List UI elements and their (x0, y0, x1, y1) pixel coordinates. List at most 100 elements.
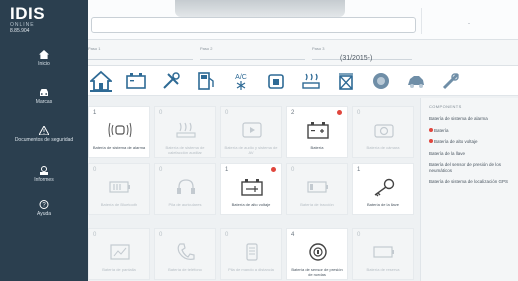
remote-icon (240, 242, 264, 262)
tile-battery[interactable]: 2 Batería (286, 106, 348, 158)
components-panel: COMPONENTS Batería de sistema de alarma … (420, 98, 518, 281)
category-ac-icon[interactable]: A/C (230, 70, 252, 92)
header-image (175, 0, 345, 17)
top-right-text: - (468, 21, 470, 27)
sidebar-item-marcas[interactable]: Marcas (0, 88, 88, 105)
tile-count: 1 (225, 167, 229, 173)
component-label: Batería (434, 128, 449, 133)
component-label: Batería de la llave (429, 151, 466, 156)
battery-spare-icon (372, 242, 396, 262)
tile-screen[interactable]: 0 Batería de pantalla (88, 228, 150, 280)
tile-count: 0 (159, 110, 163, 116)
tile-count: 0 (225, 110, 229, 116)
battery-grid: 1 Batería de sistema de alarma 0 Batería… (88, 98, 418, 281)
tile-key[interactable]: 1 Batería de la llave (352, 163, 414, 215)
category-heater-icon[interactable] (300, 70, 322, 92)
category-extra-icon[interactable] (440, 70, 462, 92)
tile-count: 0 (93, 167, 97, 173)
tile-label: Batería de la llave (366, 202, 400, 207)
tile-label: Batería de alto voltaje (231, 202, 271, 207)
tile-camera[interactable]: 0 Batería de cámara (352, 106, 414, 158)
sidebar-item-label: Inicio (38, 61, 50, 67)
filter-label: Paso 2 (200, 46, 213, 51)
component-label: Batería de sistema de alarma (429, 116, 488, 121)
sidebar-item-inicio[interactable]: Inicio (0, 50, 88, 67)
component-item[interactable]: Batería (429, 128, 515, 134)
tile-count: 0 (225, 232, 229, 238)
app-window: IDIS ONLINE 8.85.904 Inicio Marcas Docum… (0, 0, 518, 281)
category-tools-icon[interactable] (160, 70, 182, 92)
filter-step-1[interactable]: Paso 1 (88, 46, 193, 60)
divider (200, 59, 305, 60)
sidebar-item-ayuda[interactable]: ? Ayuda (0, 200, 88, 217)
component-item[interactable]: Batería de sistema de localización GPS (429, 179, 515, 185)
tile-audio[interactable]: 0 Batería de audio y sistema de AV (220, 106, 282, 158)
component-label: Batería del sensor de presión de los neu… (429, 162, 502, 173)
alert-dot (337, 110, 342, 115)
phone-icon (174, 242, 198, 262)
sidebar: IDIS ONLINE 8.85.904 Inicio Marcas Docum… (0, 0, 88, 281)
tile-high-voltage[interactable]: 1 Batería de alto voltaje (220, 163, 282, 215)
component-item[interactable]: Batería de alto voltaje (429, 139, 515, 145)
tile-label: Batería de sistema de calefacción auxili… (165, 145, 205, 155)
brand-name: IDIS (10, 4, 46, 23)
category-engine-icon[interactable] (265, 70, 287, 92)
alert-dot (271, 167, 276, 172)
tile-label: Batería de reserva (366, 267, 400, 272)
key-icon (372, 177, 396, 197)
category-home-icon[interactable] (90, 70, 112, 92)
sidebar-item-label: Ayuda (36, 211, 52, 217)
category-fuel-pump-icon[interactable] (195, 70, 217, 92)
tile-label: Batería de pantalla (102, 267, 136, 272)
tile-alarm[interactable]: 1 Batería de sistema de alarma (88, 106, 150, 158)
hv-battery-icon (240, 177, 264, 197)
alarm-icon (108, 120, 132, 140)
tile-phone[interactable]: 0 Batería de teléfono (154, 228, 216, 280)
component-item[interactable]: Batería de la llave (429, 151, 515, 157)
tile-count: 0 (357, 110, 361, 116)
tile-traction[interactable]: 0 Batería de tracción (286, 163, 348, 215)
category-bar: A/C (88, 66, 518, 96)
tile-count: 1 (357, 167, 361, 173)
component-label: Batería de alto voltaje (434, 139, 478, 144)
search-input[interactable] (91, 17, 416, 33)
screen-icon (108, 242, 132, 262)
sidebar-item-informes[interactable]: Informes (0, 166, 88, 183)
heater-icon (174, 120, 198, 140)
category-car-body-icon[interactable] (405, 70, 427, 92)
car-icon (39, 88, 49, 97)
headphones-icon (174, 177, 198, 197)
tile-count: 0 (291, 167, 295, 173)
tile-tpms[interactable]: 4 Batería de sensor de presión de ruedas (286, 228, 348, 280)
tile-count: 0 (159, 232, 163, 238)
category-battery-icon[interactable] (125, 70, 147, 92)
category-wheel-icon[interactable] (370, 70, 392, 92)
report-icon (39, 166, 49, 175)
tile-count: 0 (93, 232, 97, 238)
tile-label: Batería de sensor de presión de ruedas (291, 267, 343, 277)
filter-label: Paso 3 (312, 46, 325, 51)
filter-step-3[interactable]: Paso 3 (31/2015-) (312, 46, 412, 62)
sidebar-item-documentos[interactable]: Documentos de seguridad (0, 126, 88, 143)
component-item[interactable]: Batería de sistema de alarma (429, 116, 515, 122)
category-recycle-icon[interactable] (335, 70, 357, 92)
sidebar-item-label: Informes (34, 177, 54, 183)
media-icon (240, 120, 264, 140)
tile-remote[interactable]: 0 Pila de mando a distancia (220, 228, 282, 280)
filter-step-2[interactable]: Paso 2 (200, 46, 305, 60)
tile-spare[interactable]: 0 Batería de reserva (352, 228, 414, 280)
brand-logo: IDIS ONLINE 8.85.904 (10, 4, 46, 34)
battery-icon (306, 120, 330, 140)
alert-dot (429, 139, 433, 143)
divider (421, 8, 422, 34)
tile-count: 0 (159, 167, 163, 173)
component-item[interactable]: Batería del sensor de presión de los neu… (429, 162, 515, 173)
tile-bluetooth[interactable]: 0 Batería de Bluetooth (88, 163, 150, 215)
help-icon: ? (39, 200, 49, 209)
tile-label: Batería de tracción (300, 202, 334, 207)
home-icon (39, 50, 49, 59)
tile-label: Pila de mando a distancia (228, 267, 274, 272)
tile-count: 2 (291, 110, 295, 116)
tile-aux-heater[interactable]: 0 Batería de sistema de calefacción auxi… (154, 106, 216, 158)
tile-headphones[interactable]: 0 Pila de auriculares (154, 163, 216, 215)
